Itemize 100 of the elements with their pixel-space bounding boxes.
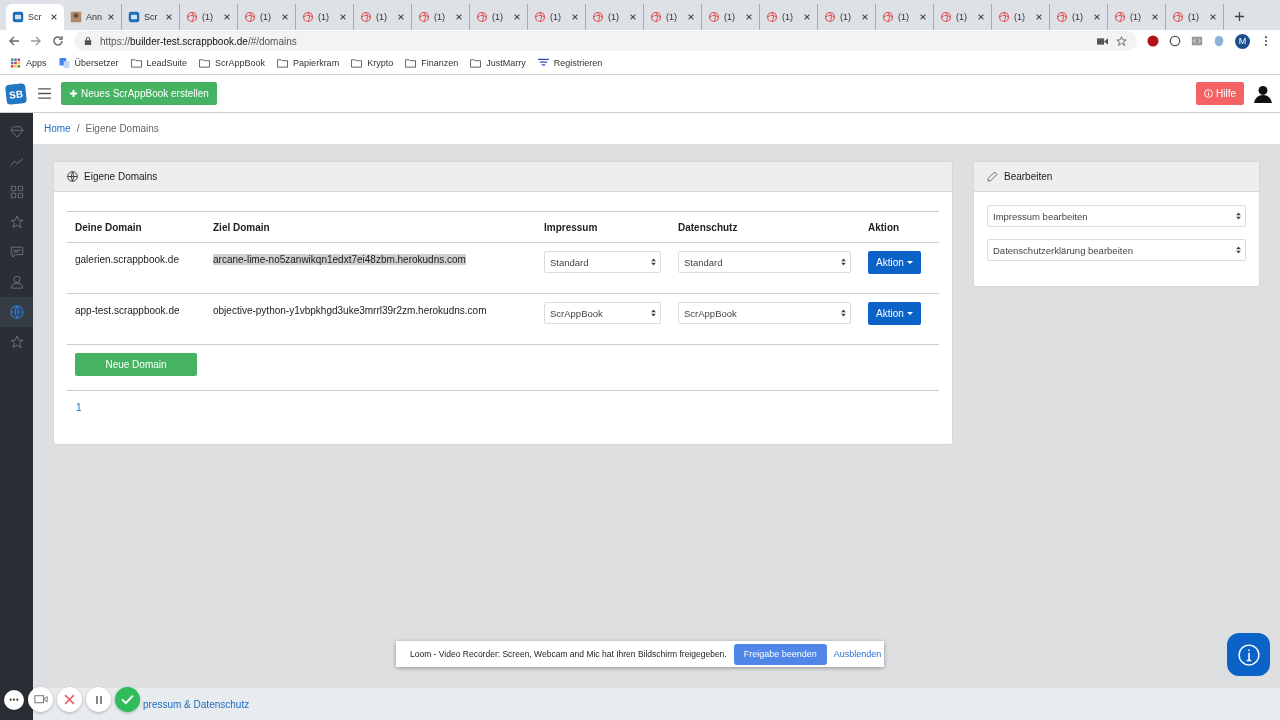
table-cell: objective-python-y1vbpkhgd3uke3mrrl39r2zm.herokudns.com xyxy=(213,305,487,316)
select-field[interactable]: ScrAppBook xyxy=(544,302,661,324)
breadcrumb-link[interactable]: Home xyxy=(44,123,71,134)
tab-title: Scr xyxy=(28,12,43,22)
action-dropdown-button[interactable]: Aktion xyxy=(868,251,921,274)
folder-icon xyxy=(130,58,142,68)
breadcrumb-separator: / xyxy=(76,123,80,134)
close-icon[interactable] xyxy=(165,13,173,21)
user-icon[interactable] xyxy=(1254,84,1272,103)
close-icon[interactable] xyxy=(687,13,695,21)
info-icon xyxy=(1237,643,1260,666)
pause-icon xyxy=(93,694,104,705)
footer-link[interactable]: pressum & Datenschutz xyxy=(143,698,250,710)
user-icon xyxy=(9,275,24,289)
bookmark[interactable]: Papierkram xyxy=(277,58,340,68)
close-icon[interactable] xyxy=(571,13,579,21)
bookmark[interactable]: Krypto xyxy=(351,58,394,68)
close-icon[interactable] xyxy=(919,13,927,21)
caret-icon xyxy=(906,261,913,264)
grid-icon xyxy=(9,185,24,199)
table-cell: arcane-lime-no5zanwikqn1edxt7ei48zbm.herokudns.com xyxy=(213,254,466,265)
close-icon[interactable] xyxy=(977,13,985,21)
diamond-icon xyxy=(9,125,24,139)
tab-title: (1) xyxy=(434,12,446,22)
close-icon[interactable] xyxy=(745,13,753,21)
apps-grid-icon xyxy=(10,58,21,68)
bookmark[interactable]: Registrieren xyxy=(537,58,603,68)
close-icon[interactable] xyxy=(513,13,521,21)
address-bar[interactable]: https://builder-test.scrappbook.de/#/domains xyxy=(74,31,1137,51)
column-header: Datenschutz xyxy=(678,221,738,233)
bookmark[interactable]: LeadSuite xyxy=(130,58,188,68)
tab-title: Ann xyxy=(86,12,103,22)
close-icon[interactable] xyxy=(281,13,289,21)
tab-title: (1) xyxy=(724,12,736,22)
tab-title: (1) xyxy=(202,12,214,22)
translate-icon xyxy=(58,58,70,68)
photo-icon xyxy=(70,11,82,23)
action-dropdown-button[interactable]: Aktion xyxy=(868,302,921,325)
card-title: Bearbeiten xyxy=(1004,171,1053,182)
close-icon[interactable] xyxy=(397,13,405,21)
menu-icon[interactable] xyxy=(38,88,51,99)
tab-title: (1) xyxy=(492,12,504,22)
table-cell: app-test.scrappbook.de xyxy=(75,305,180,316)
bookmark[interactable]: Übersetzer xyxy=(58,58,119,68)
close-icon[interactable] xyxy=(629,13,637,21)
tab-title: (1) xyxy=(782,12,794,22)
close-icon[interactable] xyxy=(861,13,869,21)
info-icon xyxy=(1204,89,1213,98)
profile-avatar[interactable]: M xyxy=(1235,33,1250,49)
folder-icon xyxy=(351,58,363,68)
card-title: Eigene Domains xyxy=(84,171,158,182)
close-icon[interactable] xyxy=(223,13,231,21)
new-tab-icon[interactable] xyxy=(1234,11,1245,22)
select-field[interactable]: ScrAppBook xyxy=(678,302,851,324)
bookmark[interactable]: ScrAppBook xyxy=(199,58,266,68)
tab-title: (1) xyxy=(1188,12,1200,22)
close-icon[interactable] xyxy=(455,13,463,21)
close-icon[interactable] xyxy=(1035,13,1043,21)
bookmark[interactable]: Finanzen xyxy=(405,58,459,68)
tab-title: (1) xyxy=(898,12,910,22)
app-logo[interactable]: SB xyxy=(5,82,27,105)
hide-link[interactable]: Ausblenden xyxy=(833,649,882,659)
updown-caret-icon xyxy=(651,309,656,317)
close-icon[interactable] xyxy=(803,13,811,21)
camera-icon[interactable] xyxy=(1097,35,1108,47)
stop-sharing-button[interactable]: Freigabe beenden xyxy=(733,643,827,665)
close-icon[interactable] xyxy=(1151,13,1159,21)
bookmark[interactable]: Apps xyxy=(10,58,47,68)
select-field[interactable]: Datenschutzerklärung bearbeiten xyxy=(987,239,1246,261)
tab-title: (1) xyxy=(376,12,388,22)
tab-title: (1) xyxy=(260,12,272,22)
forward-icon[interactable] xyxy=(30,35,42,47)
globe-icon xyxy=(67,171,78,182)
tab-title: (1) xyxy=(318,12,330,22)
page-link[interactable]: 1 xyxy=(76,402,82,413)
close-icon[interactable] xyxy=(107,13,115,21)
updown-caret-icon xyxy=(841,309,846,317)
back-icon[interactable] xyxy=(8,35,20,47)
close-icon[interactable] xyxy=(1093,13,1101,21)
close-icon[interactable] xyxy=(339,13,347,21)
select-field[interactable]: Standard xyxy=(544,251,661,273)
code-icon[interactable] xyxy=(1191,35,1203,47)
star-icon[interactable] xyxy=(1116,35,1127,47)
tab-title: Scr xyxy=(144,12,159,22)
star-icon xyxy=(9,335,24,349)
filter-icon xyxy=(537,58,549,68)
tab-title: (1) xyxy=(1014,12,1026,22)
select-field[interactable]: Impressum bearbeiten xyxy=(987,205,1246,227)
pencil-icon xyxy=(987,171,998,182)
folder-icon xyxy=(277,58,289,68)
select-field[interactable]: Standard xyxy=(678,251,851,273)
bookmark[interactable]: JustMarry xyxy=(470,58,526,68)
reload-icon[interactable] xyxy=(52,35,64,47)
share-message: Loom - Video Recorder: Screen, Webcam and Mic hat Ihren Bildschirm freigegeben. xyxy=(410,649,727,659)
info-button[interactable] xyxy=(1227,633,1270,676)
browser-tab[interactable]: Scr xyxy=(6,4,64,30)
caret-icon xyxy=(906,312,913,315)
tab-title: (1) xyxy=(666,12,678,22)
close-icon[interactable] xyxy=(1209,13,1217,21)
close-icon[interactable] xyxy=(50,13,58,21)
